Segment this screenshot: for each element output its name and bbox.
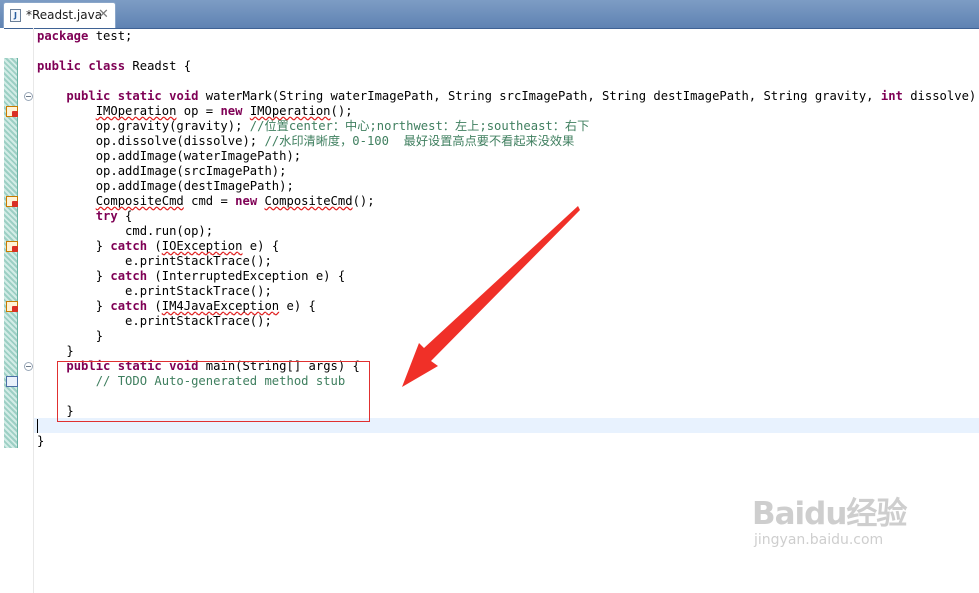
baidu-watermark: Baidu经验 jingyan.baidu.com bbox=[752, 488, 907, 548]
watermark-url: jingyan.baidu.com bbox=[754, 532, 884, 548]
watermark-logo-text: Baidu经验 bbox=[752, 496, 907, 532]
